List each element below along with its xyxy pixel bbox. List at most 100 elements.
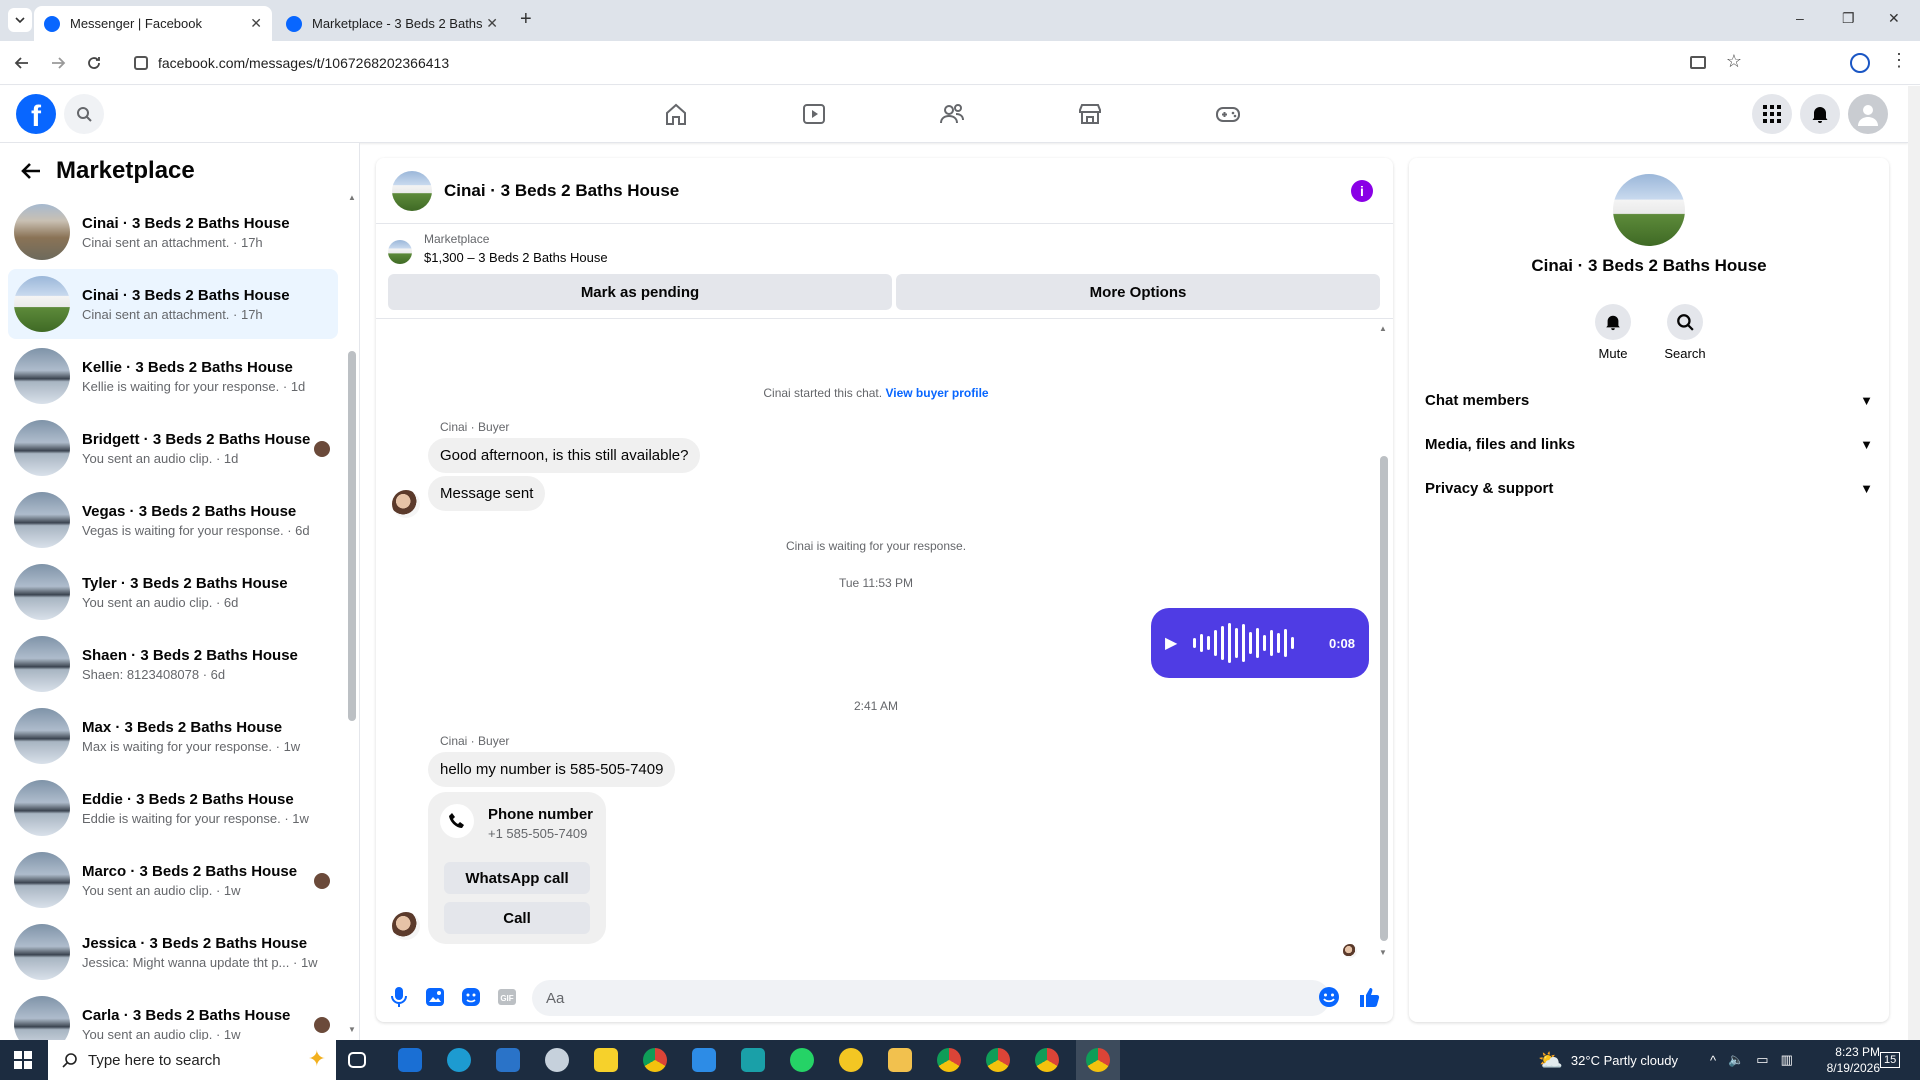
chat-title[interactable]: Cinai · 3 Beds 2 Baths House xyxy=(444,181,679,201)
tab-close-icon[interactable]: ✕ xyxy=(486,15,498,32)
page-scrollbar[interactable] xyxy=(1908,86,1920,1040)
search-conversation-button[interactable]: Search xyxy=(1655,304,1715,361)
tab-close-icon[interactable]: ✕ xyxy=(250,15,262,32)
nav-marketplace[interactable] xyxy=(1076,100,1104,128)
window-close-button[interactable]: ✕ xyxy=(1888,10,1900,27)
mute-button[interactable]: Mute xyxy=(1583,304,1643,361)
conversation-item[interactable]: Jessica · 3 Beds 2 Baths House Jessica: M… xyxy=(8,917,338,987)
chrome-icon[interactable] xyxy=(1035,1048,1059,1072)
notification-center[interactable]: 15 xyxy=(1880,1040,1901,1080)
nav-video[interactable] xyxy=(800,100,828,128)
thumbs-up-icon[interactable] xyxy=(1358,986,1380,1008)
chrome-icon[interactable] xyxy=(643,1048,667,1072)
list-scrollbar[interactable] xyxy=(348,351,356,721)
app-icon[interactable] xyxy=(839,1048,863,1072)
clock[interactable]: 8:23 PM 8/19/2026 xyxy=(1800,1040,1880,1080)
chat-avatar[interactable] xyxy=(392,170,432,211)
profile-icon[interactable] xyxy=(1850,53,1870,73)
tab-messenger[interactable]: Messenger | Facebook ✕ xyxy=(34,6,272,41)
chevron-up-icon[interactable]: ^ xyxy=(1710,1053,1716,1068)
file-explorer-icon[interactable] xyxy=(888,1048,912,1072)
conversation-item[interactable]: Max · 3 Beds 2 Baths House Max is waiting… xyxy=(8,701,338,771)
app-icon[interactable] xyxy=(545,1048,569,1072)
edge-icon[interactable] xyxy=(447,1048,471,1072)
microphone-icon[interactable] xyxy=(388,986,410,1008)
bookmark-star-icon[interactable]: ☆ xyxy=(1726,51,1742,72)
tab-marketplace[interactable]: Marketplace - 3 Beds 2 Baths H ✕ xyxy=(276,6,508,41)
chrome-icon[interactable] xyxy=(986,1048,1010,1072)
forward-button[interactable] xyxy=(46,51,70,75)
conversation-item[interactable]: Tyler · 3 Beds 2 Baths House You sent an … xyxy=(8,557,338,627)
weather-widget[interactable]: ⛅ 32°C Partly cloudy xyxy=(1538,1040,1678,1080)
back-button[interactable] xyxy=(10,51,34,75)
message-bubble[interactable]: Good afternoon, is this still available? xyxy=(428,438,701,473)
menu-button[interactable] xyxy=(1752,94,1792,134)
privacy-support-row[interactable]: Privacy & support ▼ xyxy=(1425,480,1873,497)
app-icon[interactable] xyxy=(741,1048,765,1072)
listing-summary[interactable]: Marketplace $1,300 – 3 Beds 2 Baths Hous… xyxy=(388,232,1378,272)
taskbar-search[interactable]: Type here to search ✦ xyxy=(48,1040,336,1080)
outlook-icon[interactable] xyxy=(398,1048,422,1072)
audio-message[interactable]: ▶ 0:08 xyxy=(1151,608,1369,678)
facebook-logo-icon[interactable]: f xyxy=(16,94,56,134)
scroll-up-arrow[interactable]: ▲ xyxy=(1379,324,1387,333)
message-input[interactable]: Aa xyxy=(532,980,1330,1016)
conversation-item[interactable]: Vegas · 3 Beds 2 Baths House Vegas is wai… xyxy=(8,485,338,555)
mark-as-pending-button[interactable]: Mark as pending xyxy=(388,274,892,310)
windows-start-icon[interactable] xyxy=(14,1051,32,1069)
conversation-item[interactable]: Cinai · 3 Beds 2 Baths House Cinai sent a… xyxy=(8,269,338,339)
window-minimize-button[interactable]: – xyxy=(1796,10,1804,26)
url-field[interactable]: facebook.com/messages/t/1067268202366413… xyxy=(124,47,1764,79)
active-app-highlight[interactable] xyxy=(1076,1040,1120,1080)
conversation-item[interactable]: Kellie · 3 Beds 2 Baths House Kellie is w… xyxy=(8,341,338,411)
photo-icon[interactable] xyxy=(424,986,446,1008)
reload-button[interactable] xyxy=(82,51,106,75)
nav-groups[interactable] xyxy=(938,100,966,128)
chat-members-row[interactable]: Chat members ▼ xyxy=(1425,392,1873,409)
task-view-icon[interactable] xyxy=(348,1052,366,1068)
call-button[interactable]: Call xyxy=(444,902,590,934)
sticky-notes-icon[interactable] xyxy=(594,1048,618,1072)
store-icon[interactable] xyxy=(496,1048,520,1072)
gif-icon[interactable]: GIF xyxy=(496,986,518,1008)
info-icon[interactable]: i xyxy=(1351,180,1373,202)
sticker-icon[interactable] xyxy=(460,986,482,1008)
volume-icon[interactable]: 🔈 xyxy=(1728,1052,1744,1068)
back-arrow-button[interactable] xyxy=(20,161,42,181)
buyer-avatar[interactable] xyxy=(392,912,420,940)
conversation-item[interactable]: Cinai · 3 Beds 2 Baths House Cinai sent a… xyxy=(8,197,338,267)
conversation-item[interactable]: Marco · 3 Beds 2 Baths House You sent an … xyxy=(8,845,338,915)
more-options-button[interactable]: More Options xyxy=(896,274,1380,310)
media-files-links-row[interactable]: Media, files and links ▼ xyxy=(1425,436,1873,453)
battery-icon[interactable]: ▭ xyxy=(1756,1052,1768,1068)
tab-search-dropdown[interactable] xyxy=(8,8,32,32)
app-icon[interactable] xyxy=(692,1048,716,1072)
conversation-item[interactable]: Shaen · 3 Beds 2 Baths House Shaen: 81234… xyxy=(8,629,338,699)
nav-gaming[interactable] xyxy=(1214,100,1242,128)
buyer-avatar[interactable] xyxy=(392,490,420,518)
new-tab-button[interactable]: + xyxy=(520,8,532,31)
conversation-item[interactable]: Eddie · 3 Beds 2 Baths House Eddie is wai… xyxy=(8,773,338,843)
details-avatar[interactable] xyxy=(1613,174,1685,246)
scroll-down-arrow[interactable]: ▼ xyxy=(348,1025,356,1034)
message-bubble[interactable]: Message sent xyxy=(428,476,546,511)
notifications-button[interactable] xyxy=(1800,94,1840,134)
chrome-icon[interactable] xyxy=(937,1048,961,1072)
site-info-icon[interactable] xyxy=(134,56,148,70)
browser-menu-icon[interactable]: ⋮ xyxy=(1890,51,1908,69)
scroll-down-arrow[interactable]: ▼ xyxy=(1379,948,1387,957)
message-bubble[interactable]: hello my number is 585-505-7409 xyxy=(428,752,676,787)
whatsapp-call-button[interactable]: WhatsApp call xyxy=(444,862,590,894)
conversation-item[interactable]: Bridgett · 3 Beds 2 Baths House You sent … xyxy=(8,413,338,483)
play-icon[interactable]: ▶ xyxy=(1165,633,1177,653)
network-icon[interactable]: ▥ xyxy=(1781,1052,1793,1068)
window-restore-button[interactable]: ❐ xyxy=(1842,10,1855,27)
scroll-up-arrow[interactable]: ▲ xyxy=(348,193,356,202)
whatsapp-icon[interactable] xyxy=(790,1048,814,1072)
view-buyer-profile-link[interactable]: View buyer profile xyxy=(885,386,988,400)
account-avatar[interactable] xyxy=(1848,94,1888,134)
nav-home[interactable] xyxy=(662,100,690,128)
emoji-icon[interactable] xyxy=(1318,986,1340,1008)
search-button[interactable] xyxy=(64,94,104,134)
tray-icons[interactable]: ^ 🔈 ▭ ▥ xyxy=(1710,1040,1793,1080)
